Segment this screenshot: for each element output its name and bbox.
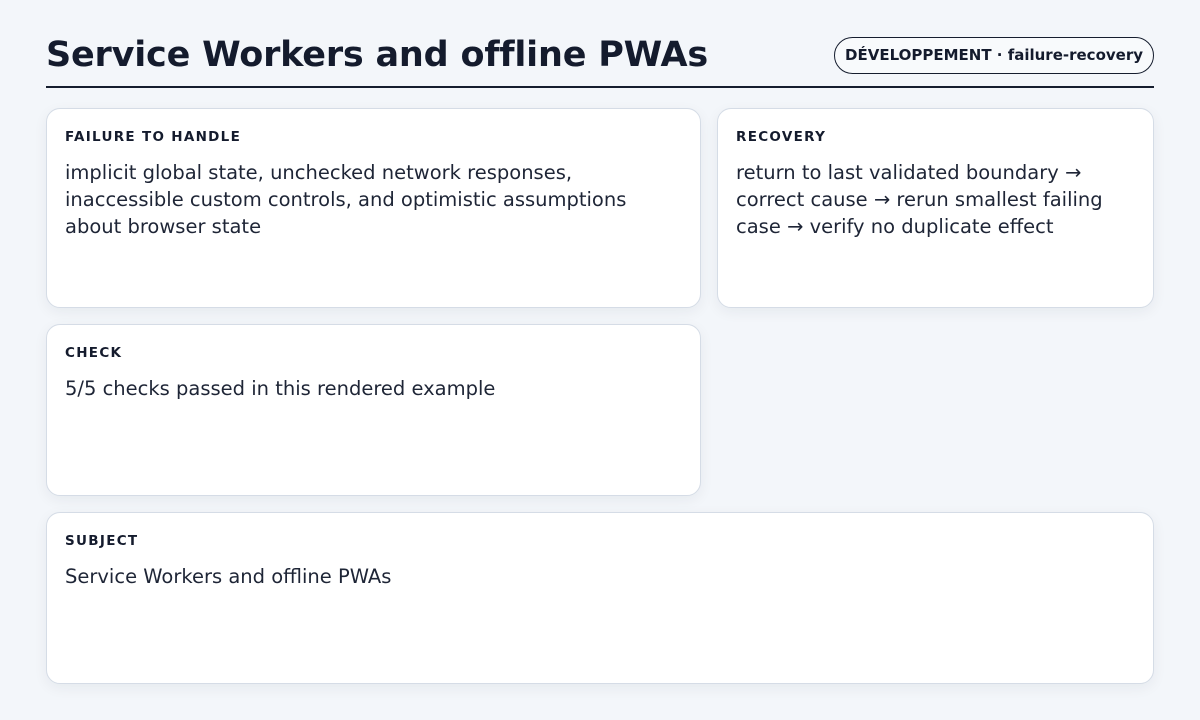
category-badge: DÉVELOPPEMENT · failure-recovery [834, 37, 1154, 74]
check-card-label: CHECK [65, 345, 123, 361]
recovery-card: RECOVERY return to last validated bounda… [717, 108, 1154, 308]
page-header: Service Workers and offline PWAs DÉVELOP… [46, 0, 1154, 88]
failure-card-label: FAILURE TO HANDLE [65, 129, 242, 145]
subject-card-label: SUBJECT [65, 533, 139, 549]
subject-card: SUBJECT Service Workers and offline PWAs [46, 512, 1154, 684]
failure-card-text: implicit global state, unchecked network… [65, 161, 627, 238]
recovery-card-text: return to last validated boundary → corr… [736, 161, 1103, 238]
subject-card-text: Service Workers and offline PWAs [65, 565, 392, 588]
page-title: Service Workers and offline PWAs [46, 35, 709, 75]
check-card-text: 5/5 checks passed in this rendered examp… [65, 377, 496, 400]
check-card: CHECK 5/5 checks passed in this rendered… [46, 324, 701, 496]
recovery-card-label: RECOVERY [736, 129, 827, 145]
failure-card: FAILURE TO HANDLE implicit global state,… [46, 108, 701, 308]
